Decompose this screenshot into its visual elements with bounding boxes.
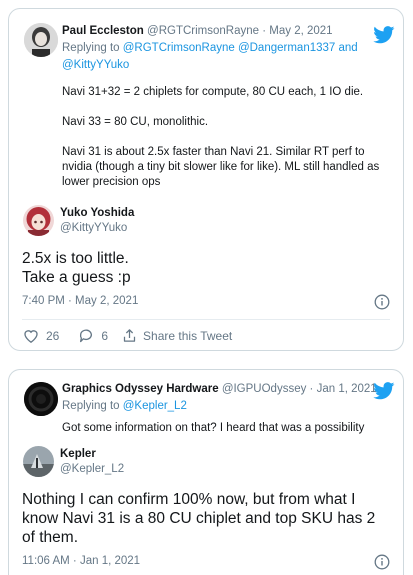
- author-name[interactable]: Kepler: [60, 448, 96, 460]
- replying-to-handles[interactable]: @RGTCrimsonRayne @Dangerman1337 and: [123, 42, 358, 54]
- quoted-date[interactable]: May 2, 2021: [269, 25, 332, 37]
- author-name[interactable]: Yuko Yoshida: [60, 207, 134, 219]
- tweet-card-1: Paul Eccleston @RGTCrimsonRayne · May 2,…: [8, 8, 404, 351]
- quoted-para-3-line-3: lower precision ops: [62, 176, 161, 188]
- author-handle[interactable]: @KittyYYuko: [60, 222, 127, 234]
- author-handle[interactable]: @Kepler_L2: [60, 463, 124, 475]
- share-label: Share this Tweet: [143, 328, 233, 343]
- replying-to-label: Replying to: [62, 400, 120, 412]
- reply-count: 6: [101, 328, 109, 343]
- like-button[interactable]: 26: [23, 328, 59, 343]
- share-button[interactable]: Share this Tweet: [122, 328, 232, 343]
- replying-to-handles[interactable]: @Kepler_L2: [123, 400, 187, 412]
- reply-bubble-icon: [78, 328, 94, 343]
- quoted-date[interactable]: Jan 1, 2021: [317, 383, 377, 395]
- quoted-author-name[interactable]: Paul Eccleston: [62, 25, 144, 37]
- quoted-avatar-graphics-odyssey[interactable]: [24, 382, 58, 416]
- tweet-timestamp[interactable]: 11:06 AM · Jan 1, 2021: [22, 555, 140, 567]
- tweet-text-line-2: Take a guess :p: [22, 269, 131, 286]
- like-count: 26: [46, 328, 60, 343]
- info-icon[interactable]: [374, 554, 390, 570]
- quoted-author-handle[interactable]: @RGTCrimsonRayne: [147, 25, 259, 37]
- reply-button[interactable]: 6: [78, 328, 108, 343]
- separator-dot: ·: [262, 25, 267, 37]
- share-icon: [122, 328, 137, 343]
- quoted-para-1: Got some information on that? I heard th…: [62, 422, 365, 434]
- tweet-text-line-2: know Navi 31 is a 80 CU chiplet and top …: [22, 510, 376, 527]
- quoted-author-handle[interactable]: @IGPUOdyssey: [222, 383, 307, 395]
- info-icon[interactable]: [374, 294, 390, 310]
- author-avatar-kepler[interactable]: [23, 446, 54, 477]
- quoted-avatar-paul[interactable]: [24, 23, 58, 57]
- heart-icon: [23, 328, 39, 343]
- quoted-para-2: Navi 33 = 80 CU, monolithic.: [62, 116, 209, 128]
- replying-to-handles-2[interactable]: @KittyYYuko: [62, 59, 129, 71]
- quoted-author-name[interactable]: Graphics Odyssey Hardware: [62, 383, 219, 395]
- separator-dot: ·: [309, 383, 314, 395]
- divider: [22, 319, 390, 320]
- author-avatar-yuko[interactable]: [23, 205, 54, 236]
- tweet-text-line-1: Nothing I can confirm 100% now, but from…: [22, 491, 356, 508]
- quoted-para-3-line-2: nvidia (though a tiny bit slower like fo…: [62, 161, 380, 173]
- tweet-text-line-3: of them.: [22, 529, 78, 546]
- replying-to-label: Replying to: [62, 42, 120, 54]
- tweet-timestamp[interactable]: 7:40 PM · May 2, 2021: [22, 295, 138, 307]
- quoted-para-3-line-1: Navi 31 is about 2.5x faster than Navi 2…: [62, 146, 365, 158]
- quoted-para-1: Navi 31+32 = 2 chiplets for compute, 80 …: [62, 86, 364, 98]
- tweet-card-2: Graphics Odyssey Hardware @IGPUOdyssey ·…: [8, 369, 404, 575]
- tweet-text-line-1: 2.5x is too little.: [22, 250, 129, 267]
